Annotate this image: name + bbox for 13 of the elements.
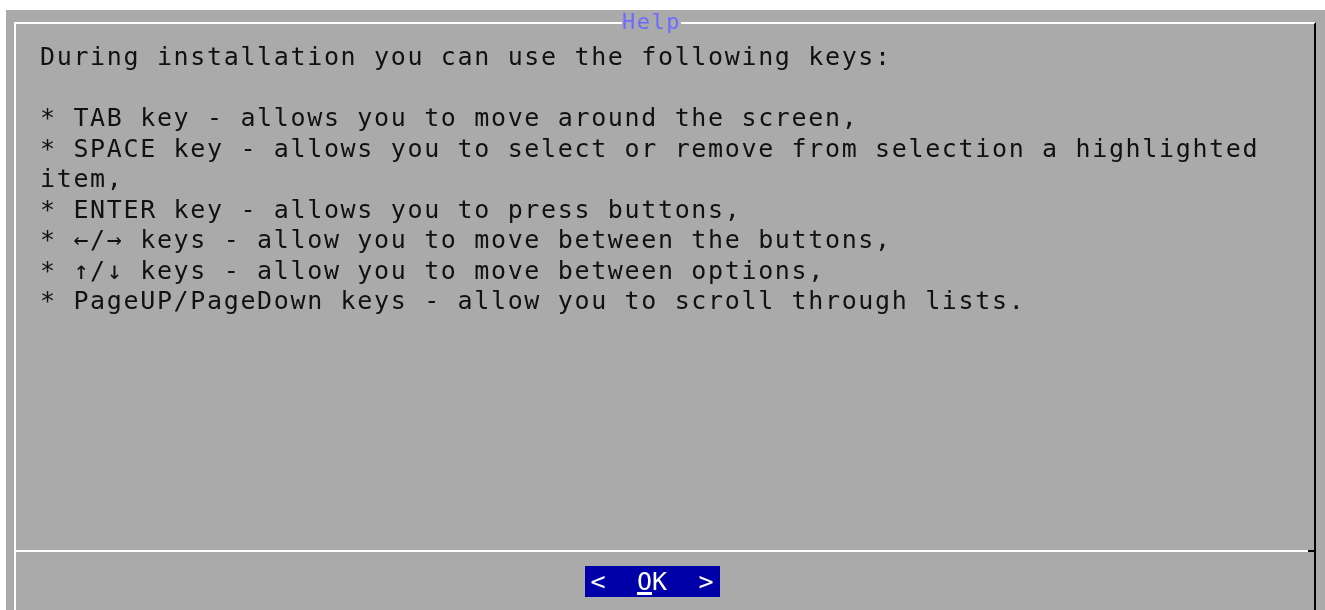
left-bracket: < [590, 566, 606, 597]
help-text-line: * ENTER key - allows you to press buttons, [40, 194, 742, 225]
help-text-line: * ↑/↓ keys - allow you to move between options, [40, 255, 825, 286]
ok-button[interactable]: < OK > [584, 566, 720, 597]
help-text-line: * TAB key - allows you to move around the screen, [40, 103, 859, 134]
help-text-line: * PageUP/PageDown keys - allow you to scroll through lists. [40, 286, 1026, 317]
help-text-line: item, [40, 164, 124, 195]
intro-text: During installation you can use the following keys: [40, 42, 892, 73]
help-text-line: * ←/→ keys - allow you to move between the buttons, [40, 225, 892, 256]
button-label: OK [636, 566, 668, 597]
right-bracket: > [698, 566, 714, 597]
help-text-line: * SPACE key - allows you to select or remove from selection a highlighted [40, 133, 1260, 164]
dialog-title: Help [622, 10, 681, 34]
